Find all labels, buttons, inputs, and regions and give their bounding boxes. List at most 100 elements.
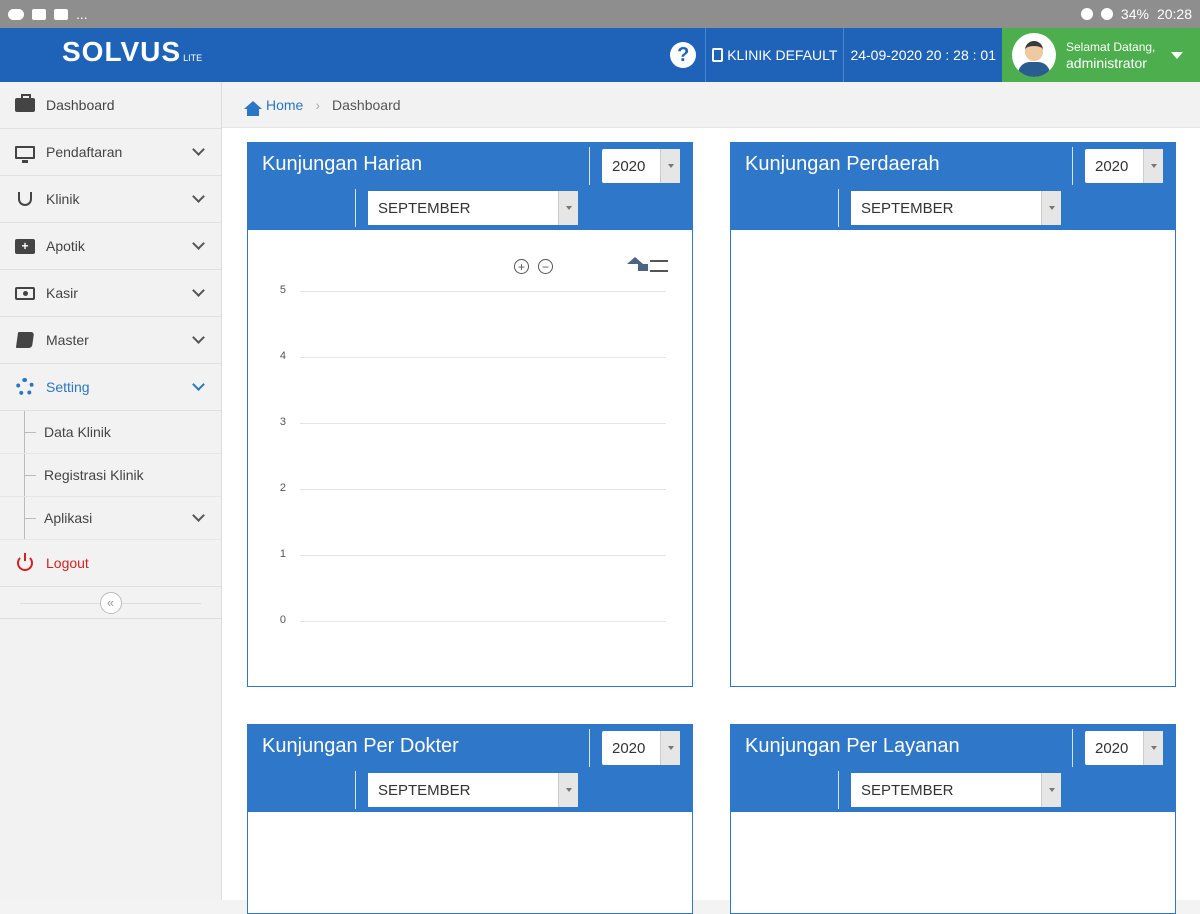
dropdown-arrow-icon [1143, 149, 1163, 183]
month-select[interactable]: SEPTEMBER [851, 773, 1061, 807]
sidebar-item-kasir[interactable]: Kasir [0, 270, 221, 317]
sidebar-item-dashboard[interactable]: Dashboard [0, 82, 221, 129]
sidebar-item-label: Kasir [46, 285, 78, 301]
month-select[interactable]: SEPTEMBER [368, 191, 578, 225]
zoom-in-button[interactable]: + [514, 259, 529, 274]
brand-suffix: LITE [183, 53, 203, 63]
briefcase-icon [15, 94, 35, 112]
clipboard-icon [712, 48, 724, 62]
chart-gridline [300, 291, 666, 292]
panel-kunjungan-per-dokter: Kunjungan Per Dokter 2020 SEPTEMBER [247, 724, 693, 914]
month-value: SEPTEMBER [378, 781, 471, 799]
breadcrumb-home[interactable]: Home [244, 96, 304, 116]
sidebar-collapse-row: « [0, 587, 221, 619]
caret-down-icon [1171, 51, 1184, 59]
collapse-sidebar-button[interactable]: « [99, 591, 122, 614]
sidebar-item-label: Dashboard [46, 97, 115, 113]
chart-gridline [300, 357, 666, 358]
panel-header: Kunjungan Per Layanan 2020 SEPTEMBER [731, 725, 1175, 812]
year-value: 2020 [612, 157, 646, 175]
dropdown-arrow-icon [558, 191, 578, 225]
y-axis-tick-label: 1 [279, 548, 286, 560]
clinic-selector[interactable]: KLINIK DEFAULT [705, 28, 843, 82]
logo[interactable]: SOLVUS LITE [0, 28, 220, 82]
image-icon [32, 8, 46, 20]
chart-gridline [300, 555, 666, 556]
sidebar-subitem-label: Registrasi Klinik [44, 467, 144, 483]
sidebar-item-label: Setting [46, 379, 90, 395]
brand-name: SOLVUS [62, 36, 182, 67]
year-select[interactable]: 2020 [602, 731, 680, 765]
panel-title: Kunjungan Per Layanan [745, 735, 960, 757]
sidebar-subitem-data-klinik[interactable]: Data Klinik [0, 411, 221, 454]
cogs-icon [16, 378, 34, 396]
stethoscope-icon [18, 192, 32, 206]
y-axis-tick-label: 3 [279, 416, 286, 428]
sidebar-item-klinik[interactable]: Klinik [0, 176, 221, 223]
chart-gridline [300, 621, 666, 622]
sidebar-item-label: Apotik [46, 238, 85, 254]
dropdown-arrow-icon [660, 149, 680, 183]
money-icon [15, 286, 35, 300]
chevron-down-icon [192, 143, 205, 156]
year-select[interactable]: 2020 [602, 149, 680, 183]
book-icon [15, 332, 35, 348]
month-value: SEPTEMBER [378, 199, 471, 217]
chevron-down-icon [192, 190, 205, 203]
chart-gridline [300, 423, 666, 424]
help-button[interactable]: ? [661, 28, 705, 82]
clock: 20:28 [1156, 6, 1192, 22]
dropdown-arrow-icon [660, 731, 680, 765]
breadcrumb-home-label: Home [266, 96, 304, 113]
dashboard-content: Kunjungan Harian 2020 SEPTEMBER + − 5 4 3 2… [222, 128, 1200, 914]
chevron-down-icon [192, 509, 205, 522]
cloud-icon [8, 8, 24, 20]
sidebar-item-logout[interactable]: Logout [0, 540, 221, 587]
panel-title: Kunjungan Harian [262, 153, 423, 175]
chevron-down-icon [192, 284, 205, 297]
logout-label: Logout [46, 555, 89, 571]
zoom-out-button[interactable]: − [538, 259, 553, 274]
chevron-down-icon [192, 237, 205, 250]
sidebar-item-label: Master [46, 332, 89, 348]
chat-icon [54, 8, 68, 20]
home-icon [244, 100, 262, 116]
sidebar-item-pendaftaran[interactable]: Pendaftaran [0, 129, 221, 176]
sidebar-item-setting[interactable]: Setting [0, 364, 221, 411]
sidebar-subitem-label: Data Klinik [44, 424, 111, 440]
datetime-display: 24-09-2020 20 : 28 : 01 [843, 28, 1002, 82]
clinic-name: KLINIK DEFAULT [727, 47, 838, 63]
greeting-text: Selamat Datang, [1066, 40, 1156, 54]
year-select[interactable]: 2020 [1085, 731, 1163, 765]
panel-header: Kunjungan Perdaerah 2020 SEPTEMBER [731, 143, 1175, 230]
panel-header: Kunjungan Per Dokter 2020 SEPTEMBER [248, 725, 692, 812]
sidebar-subitem-label: Aplikasi [44, 510, 93, 526]
more-notifications: ... [76, 6, 88, 22]
chart-menu-icon[interactable] [650, 260, 668, 272]
y-axis-tick-label: 0 [279, 614, 286, 626]
alarm-icon [1080, 8, 1093, 20]
month-value: SEPTEMBER [861, 781, 954, 799]
medkit-icon: + [15, 238, 35, 254]
datetime-text: 24-09-2020 20 : 28 : 01 [850, 47, 996, 63]
y-axis-tick-label: 2 [279, 482, 286, 494]
month-value: SEPTEMBER [861, 199, 954, 217]
reset-zoom-icon[interactable] [627, 257, 648, 271]
panel-kunjungan-perdaerah: Kunjungan Perdaerah 2020 SEPTEMBER [730, 142, 1176, 687]
username-text: administrator [1066, 55, 1147, 71]
sidebar-subitem-registrasi-klinik[interactable]: Registrasi Klinik [0, 454, 221, 497]
chevron-down-icon [192, 378, 205, 391]
sidebar-item-apotik[interactable]: + Apotik [0, 223, 221, 270]
month-select[interactable]: SEPTEMBER [851, 191, 1061, 225]
panel-title: Kunjungan Perdaerah [745, 153, 940, 175]
user-menu[interactable]: Selamat Datang, administrator [1002, 28, 1200, 82]
dropdown-arrow-icon [1143, 731, 1163, 765]
breadcrumb-separator: › [315, 96, 321, 113]
y-axis-tick-label: 5 [279, 284, 286, 296]
sidebar-item-master[interactable]: Master [0, 317, 221, 364]
year-select[interactable]: 2020 [1085, 149, 1163, 183]
year-value: 2020 [1095, 157, 1129, 175]
month-select[interactable]: SEPTEMBER [368, 773, 578, 807]
sidebar-subitem-aplikasi[interactable]: Aplikasi [0, 497, 221, 540]
panel-title: Kunjungan Per Dokter [262, 735, 459, 757]
